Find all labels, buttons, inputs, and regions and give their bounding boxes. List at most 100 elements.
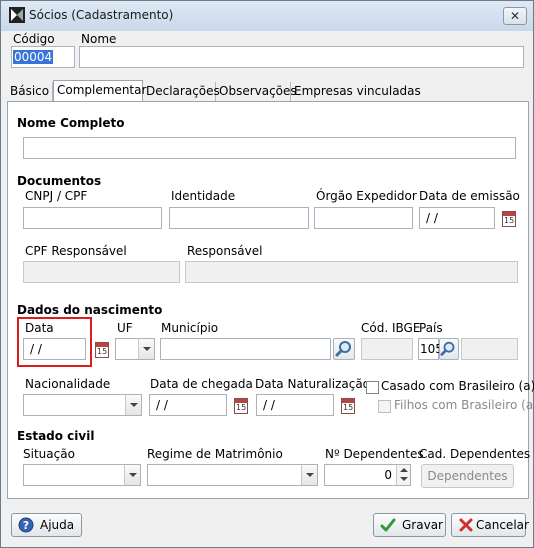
tab-observacoes[interactable]: Observações [216, 82, 297, 102]
data-chegada-value: / / [156, 398, 168, 412]
data-chegada-label: Data de chegada [150, 377, 253, 391]
orgao-expedidor-label: Órgão Expedidor [316, 189, 417, 203]
cod-ibge-label: Cód. IBGE [361, 321, 421, 335]
close-button[interactable]: ✕ [503, 7, 527, 25]
identidade-input[interactable] [169, 207, 309, 229]
svg-text:?: ? [23, 519, 29, 532]
nome-input[interactable] [79, 46, 524, 68]
data-naturalizacao-input[interactable]: / / [256, 394, 334, 416]
codigo-input[interactable]: 00004 [11, 46, 75, 68]
tab-basico[interactable]: Básico [7, 82, 53, 102]
checkmark-icon [380, 518, 396, 532]
regime-matrimonio-label: Regime de Matrimônio [147, 447, 283, 461]
documentos-section-label: Documentos [17, 174, 102, 188]
data-naturalizacao-value: / / [263, 398, 275, 412]
ajuda-button-label: Ajuda [40, 518, 75, 532]
calendar-icon-number: 15 [504, 216, 515, 225]
chevron-down-icon [124, 465, 140, 485]
tab-complementar[interactable]: Complementar [53, 80, 147, 103]
cad-dependentes-label: Cad. Dependentes [419, 447, 531, 461]
cpf-responsavel-input [23, 261, 180, 283]
cancelar-button[interactable]: Cancelar [451, 513, 529, 537]
num-dependentes-input[interactable]: 0 [324, 464, 411, 486]
calendar-icon[interactable]: 15 [234, 398, 248, 414]
nome-completo-input[interactable] [23, 137, 516, 159]
situacao-select[interactable] [23, 464, 141, 486]
orgao-expedidor-input[interactable] [314, 207, 413, 229]
uf-label: UF [117, 321, 133, 335]
chevron-down-icon [301, 465, 317, 485]
data-naturalizacao-label: Data Naturalização [255, 377, 371, 391]
data-nascimento-label: Data [25, 321, 54, 335]
pais-code-input[interactable]: 105 [418, 338, 443, 360]
calendar-icon[interactable]: 15 [341, 398, 355, 414]
casado-brasileiro-checkbox[interactable] [366, 381, 379, 394]
dados-nascimento-section-label: Dados do nascimento [17, 303, 163, 317]
tab-declaracoes-label: Declarações [146, 84, 220, 98]
pais-search-button[interactable] [439, 338, 459, 360]
municipio-search-button[interactable] [333, 338, 355, 360]
tab-bar: Básico Complementar Declarações Observaç… [7, 80, 529, 103]
spinner-arrows-icon[interactable] [396, 465, 410, 485]
chevron-down-icon [125, 395, 141, 415]
nome-label: Nome [81, 32, 117, 46]
municipio-label: Município [161, 321, 219, 335]
calendar-icon[interactable]: 15 [502, 211, 516, 227]
socios-window: Sócios (Cadastramento) ✕ Código 00004 No… [0, 0, 534, 548]
estado-civil-section-label: Estado civil [17, 429, 95, 443]
num-dependentes-label: Nº Dependentes [325, 447, 424, 461]
regime-matrimonio-select[interactable] [147, 464, 318, 486]
magnifier-icon [335, 341, 351, 357]
dependentes-button-label: Dependentes [427, 469, 508, 483]
data-chegada-input[interactable]: / / [149, 394, 227, 416]
pais-name-input [461, 338, 518, 360]
tab-declaracoes[interactable]: Declarações [143, 82, 220, 102]
cnpj-cpf-input[interactable] [23, 207, 162, 229]
data-emissao-label: Data de emissão [419, 189, 520, 203]
x-icon [459, 518, 473, 532]
ajuda-button[interactable]: ? Ajuda [11, 513, 82, 537]
app-logo-icon [9, 7, 25, 23]
magnifier-icon [440, 341, 455, 356]
municipio-input[interactable] [160, 338, 331, 360]
close-icon: ✕ [509, 9, 521, 23]
help-icon: ? [18, 517, 34, 533]
tab-empresas-vinculadas[interactable]: Empresas vinculadas [291, 82, 421, 102]
num-dependentes-value: 0 [384, 468, 392, 482]
calendar-icon-number: 15 [236, 403, 247, 412]
tab-empresas-vinculadas-label: Empresas vinculadas [294, 84, 421, 98]
codigo-value: 00004 [13, 50, 54, 64]
responsavel-label: Responsável [187, 244, 263, 258]
responsavel-input [185, 261, 518, 283]
uf-select[interactable] [115, 338, 155, 360]
nome-completo-label: Nome Completo [17, 116, 125, 130]
window-title: Sócios (Cadastramento) [29, 8, 174, 22]
calendar-icon-number: 15 [97, 347, 108, 356]
tab-observacoes-label: Observações [219, 84, 297, 98]
pais-label: País [419, 321, 443, 335]
gravar-button-label: Gravar [402, 518, 443, 532]
casado-brasileiro-label: Casado com Brasileiro (a) [381, 379, 534, 393]
nacionalidade-label: Nacionalidade [25, 377, 111, 391]
filhos-brasileiro-label: Filhos com Brasileiro (a) [394, 398, 534, 412]
filhos-brasileiro-checkbox [378, 400, 391, 413]
tab-complementar-label: Complementar [57, 83, 147, 97]
situacao-label: Situação [23, 447, 75, 461]
gravar-button[interactable]: Gravar [373, 513, 446, 537]
chevron-down-icon [138, 339, 154, 359]
data-nascimento-value: / / [30, 342, 42, 356]
tab-basico-label: Básico [10, 84, 50, 98]
nacionalidade-select[interactable] [23, 394, 142, 416]
cod-ibge-input [361, 338, 413, 360]
identidade-label: Identidade [171, 189, 236, 203]
title-bar: Sócios (Cadastramento) ✕ [1, 1, 533, 31]
cancelar-button-label: Cancelar [476, 518, 529, 532]
cpf-responsavel-label: CPF Responsável [25, 244, 127, 258]
data-nascimento-input[interactable]: / / [23, 338, 86, 360]
data-emissao-input[interactable]: / / [419, 207, 495, 229]
cnpj-cpf-label: CNPJ / CPF [25, 189, 88, 203]
codigo-label: Código [13, 32, 55, 46]
data-emissao-value: / / [426, 211, 438, 225]
calendar-icon[interactable]: 15 [95, 342, 109, 358]
dependentes-button: Dependentes [421, 464, 514, 488]
